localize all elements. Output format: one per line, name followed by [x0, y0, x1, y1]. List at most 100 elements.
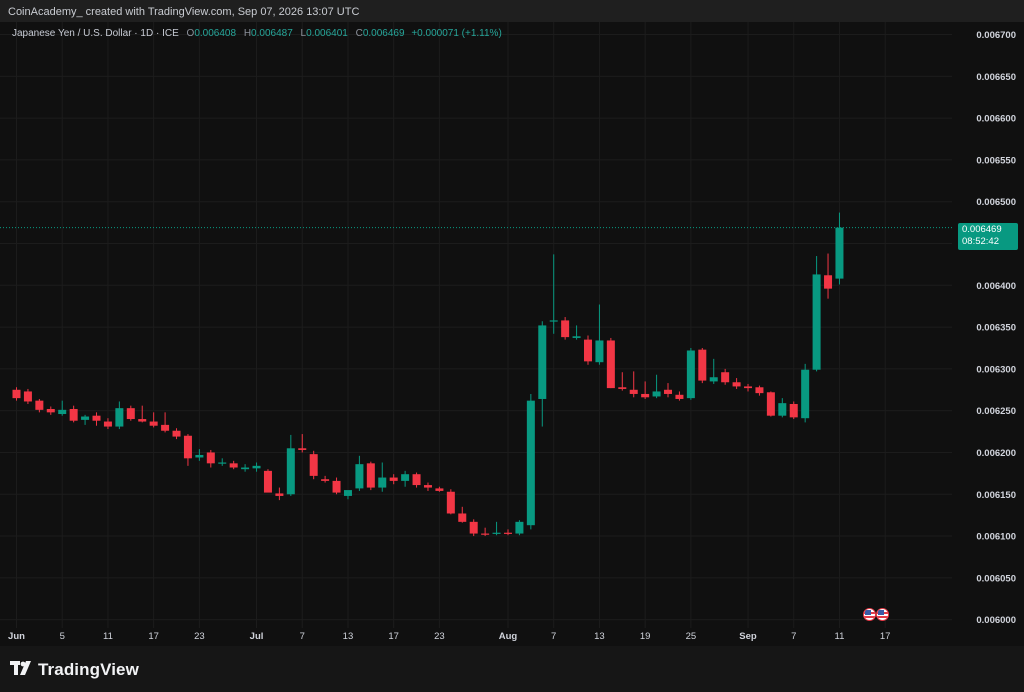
candle — [81, 414, 90, 425]
candle-body — [23, 391, 32, 402]
high-value: 0.006487 — [251, 28, 293, 39]
candle — [595, 304, 604, 365]
date-tick-label: 23 — [194, 631, 205, 642]
candle — [686, 347, 695, 400]
candle-body — [229, 463, 238, 468]
candle — [332, 477, 341, 495]
candle-body — [686, 350, 695, 399]
candle-body — [206, 452, 215, 464]
candle-body — [275, 493, 284, 496]
candle-body — [309, 454, 318, 476]
change-value: +0.000071 (+1.11%) — [411, 28, 502, 39]
candle — [698, 347, 707, 384]
candle-body — [81, 416, 90, 420]
candle-body — [721, 372, 730, 383]
event-markers[interactable] — [863, 608, 893, 622]
candle-body — [161, 424, 170, 431]
candle-body — [412, 474, 421, 486]
candle-body — [92, 415, 101, 421]
price-axis[interactable]: 0.006000 0.006050 0.006100 0.006150 0.006200… — [976, 30, 1016, 626]
candle — [629, 371, 638, 398]
candle — [675, 391, 684, 401]
candle-body — [698, 349, 707, 381]
candle — [343, 490, 352, 500]
candle — [126, 405, 135, 421]
candle — [241, 464, 250, 472]
price-tick-label: 0.006300 — [976, 364, 1016, 375]
candle-body — [149, 421, 158, 426]
candle — [161, 412, 170, 433]
candle — [206, 449, 215, 468]
candle-body — [538, 325, 547, 399]
date-tick-label: Jun — [8, 631, 25, 642]
candlestick-chart[interactable]: 0.006000 0.006050 0.006100 0.006150 0.006200… — [0, 22, 1024, 646]
candle — [12, 387, 21, 401]
candle-body — [481, 533, 490, 535]
candle — [172, 428, 181, 440]
candle-body — [115, 408, 124, 427]
date-tick-label: 17 — [388, 631, 399, 642]
price-tick-label: 0.006550 — [976, 155, 1016, 166]
candle — [469, 519, 478, 537]
price-tick-label: 0.006100 — [976, 532, 1016, 543]
date-tick-label: 17 — [880, 631, 891, 642]
price-tick-label: 0.006700 — [976, 30, 1016, 41]
low-value: 0.006401 — [306, 28, 348, 39]
price-tick-label: 0.006500 — [976, 197, 1016, 208]
candle — [309, 450, 318, 480]
candle-body — [366, 463, 375, 488]
candle — [355, 455, 364, 491]
candle-body — [606, 340, 615, 389]
chart-area[interactable]: 0.006000 0.006050 0.006100 0.006150 0.006200… — [0, 22, 1024, 646]
candle — [721, 368, 730, 385]
date-tick-label: 13 — [594, 631, 605, 642]
candle-body — [355, 464, 364, 489]
price-tick-label: 0.006400 — [976, 281, 1016, 292]
symbol-name: Japanese Yen / U.S. Dollar · 1D · ICE — [12, 28, 179, 39]
candle-body — [435, 488, 444, 491]
candle-body — [58, 409, 67, 415]
candle — [138, 405, 147, 423]
candle-body — [46, 409, 55, 413]
candle — [435, 486, 444, 492]
candle-body — [652, 391, 661, 397]
candle — [115, 401, 124, 430]
price-tick-label: 0.006600 — [976, 114, 1016, 125]
us-flag-icon[interactable] — [876, 608, 889, 621]
candle — [149, 412, 158, 428]
candle-body — [709, 377, 718, 382]
date-tick-label: 5 — [60, 631, 65, 642]
price-tick-label: 0.006000 — [976, 615, 1016, 626]
candle — [286, 434, 295, 496]
candle — [103, 418, 112, 430]
date-tick-label: 23 — [434, 631, 445, 642]
candle — [778, 398, 787, 418]
candle-body — [503, 532, 512, 534]
candle — [606, 337, 615, 389]
candle — [664, 383, 673, 398]
candle — [401, 470, 410, 487]
candle — [515, 520, 524, 536]
candle — [812, 256, 821, 372]
candle — [503, 529, 512, 536]
candle-body — [584, 339, 592, 362]
candle-body — [664, 389, 673, 394]
date-tick-label: 17 — [148, 631, 159, 642]
candle — [23, 388, 32, 404]
candle — [835, 212, 844, 285]
date-tick-label: 25 — [686, 631, 697, 642]
date-tick-label: 19 — [640, 631, 651, 642]
candle — [366, 461, 375, 491]
candle-body — [789, 403, 798, 418]
candle — [766, 391, 775, 417]
candle — [789, 401, 798, 420]
candle-body — [595, 340, 604, 363]
price-tick-label: 0.006250 — [976, 406, 1016, 417]
date-tick-label: Aug — [499, 631, 518, 642]
candle — [58, 400, 67, 416]
close-label: C — [355, 28, 363, 39]
candle — [218, 458, 227, 466]
time-axis[interactable]: Jun 5 11 17 23 Jul 7 13 17 23 Aug 7 13 19 25 Sep 7 11 17 — [8, 631, 890, 642]
candle-body — [778, 403, 787, 416]
us-flag-icon[interactable] — [863, 608, 876, 621]
